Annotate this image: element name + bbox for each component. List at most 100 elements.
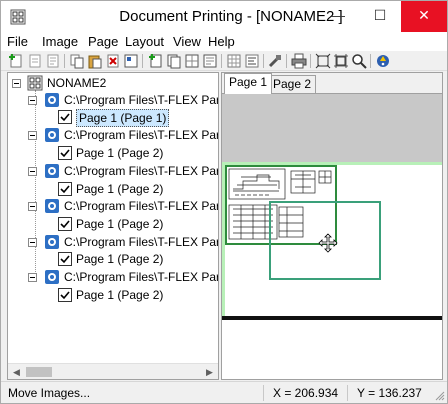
document-printing-window: Document Printing - [NONAME2 ] — ☐ ✕ Fil…	[0, 0, 448, 404]
page-tabs: Page 1 Page 2	[222, 73, 442, 94]
scroll-left-icon[interactable]: ◀	[8, 364, 25, 379]
help-icon[interactable]	[375, 53, 391, 69]
tree-item-page[interactable]: Page 1 (Page 2)	[44, 216, 218, 232]
menu-image[interactable]: Image	[42, 34, 78, 49]
tree-item-document[interactable]: C:\Program Files\T-FLEX Parametric	[28, 92, 218, 108]
collapse-toggle[interactable]	[28, 273, 37, 282]
scrollbar-thumb[interactable]	[26, 367, 52, 377]
tools-icon[interactable]	[267, 53, 283, 69]
tflex-file-icon	[45, 199, 59, 213]
checkbox-checked-icon[interactable]	[58, 252, 72, 266]
tree-item-page[interactable]: Page 1 (Page 2)	[44, 145, 218, 161]
toolbar-separator	[370, 54, 371, 68]
new-page-icon[interactable]	[148, 53, 164, 69]
menu-bar: File Image Page Layout View Help	[1, 32, 447, 51]
document-path-label: C:\Program Files\T-FLEX Parametric	[64, 164, 218, 178]
toolbar-separator	[221, 54, 222, 68]
tree-horizontal-scrollbar[interactable]: ◀ ▶	[8, 363, 218, 379]
add-image-icon[interactable]	[8, 53, 24, 69]
collapse-toggle[interactable]	[28, 202, 37, 211]
align-icon[interactable]	[244, 53, 260, 69]
tflex-file-icon	[45, 128, 59, 142]
page-label: Page 1 (Page 2)	[76, 182, 164, 196]
tab-page-1[interactable]: Page 1	[224, 73, 273, 94]
x-coordinate: X = 206.934	[273, 386, 339, 400]
status-message: Move Images...	[8, 386, 91, 400]
tflex-file-icon	[45, 93, 59, 107]
tree-item-page[interactable]: Page 1 (Page 2)	[44, 181, 218, 197]
status-separator	[263, 385, 264, 401]
status-separator	[347, 385, 348, 401]
fit-icon[interactable]	[315, 53, 331, 69]
move-cursor-icon	[318, 233, 338, 253]
toolbar-separator	[310, 54, 311, 68]
document-path-label: C:\Program Files\T-FLEX Parametric	[64, 235, 218, 249]
page-lower-area	[222, 320, 442, 379]
zoom-icon[interactable]	[351, 53, 367, 69]
tree-item-document[interactable]: C:\Program Files\T-FLEX Parametric	[28, 269, 218, 285]
tree-item-document[interactable]: C:\Program Files\T-FLEX Parametric	[28, 163, 218, 179]
delete-image-icon[interactable]	[105, 53, 121, 69]
image-properties-icon[interactable]	[45, 53, 61, 69]
page-label-selected: Page 1 (Page 1)	[76, 109, 170, 127]
document-path-label: C:\Program Files\T-FLEX Parametric	[64, 128, 218, 142]
title-bar[interactable]: Document Printing - [NONAME2 ] — ☐ ✕	[1, 1, 447, 32]
scroll-right-icon[interactable]: ▶	[201, 364, 218, 379]
page-canvas[interactable]	[222, 93, 442, 379]
maximize-button[interactable]: ☐	[363, 1, 397, 32]
resize-grip-icon[interactable]	[435, 391, 445, 401]
page-label: Page 1 (Page 2)	[76, 146, 164, 160]
page-label: Page 1 (Page 2)	[76, 252, 164, 266]
menu-layout[interactable]: Layout	[125, 34, 164, 49]
collapse-toggle[interactable]	[28, 167, 37, 176]
menu-page[interactable]: Page	[88, 34, 118, 49]
tree-item-document[interactable]: C:\Program Files\T-FLEX Parametric	[28, 198, 218, 214]
document-path-label: C:\Program Files\T-FLEX Parametric	[64, 93, 218, 107]
tree-root[interactable]: NONAME2	[12, 75, 212, 91]
toolbar-separator	[286, 54, 287, 68]
page-label: Page 1 (Page 2)	[76, 217, 164, 231]
copy-image-icon[interactable]	[69, 53, 85, 69]
collapse-toggle[interactable]	[28, 131, 37, 140]
menu-view[interactable]: View	[173, 34, 201, 49]
minimize-button[interactable]: —	[321, 1, 355, 32]
tree-item-document[interactable]: C:\Program Files\T-FLEX Parametric	[28, 127, 218, 143]
document-path-label: C:\Program Files\T-FLEX Parametric	[64, 199, 218, 213]
toolbar-separator	[263, 54, 264, 68]
close-button[interactable]: ✕	[401, 1, 447, 32]
page-setup-icon[interactable]	[123, 53, 139, 69]
duplicate-page-icon[interactable]	[166, 53, 182, 69]
page-properties-icon[interactable]	[202, 53, 218, 69]
tree-item-document[interactable]: C:\Program Files\T-FLEX Parametric	[28, 234, 218, 250]
document-icon	[27, 75, 43, 91]
status-bar: Move Images... X = 206.934 Y = 136.237	[1, 381, 447, 403]
page-label: Page 1 (Page 2)	[76, 288, 164, 302]
document-tree[interactable]: NONAME2 C:\Program Files\T-FLEX Parametr…	[7, 72, 219, 380]
menu-file[interactable]: File	[7, 34, 28, 49]
collapse-toggle[interactable]	[12, 79, 21, 88]
tflex-file-icon	[45, 235, 59, 249]
tree-item-page[interactable]: Page 1 (Page 1)	[44, 109, 218, 127]
tree-item-page[interactable]: Page 1 (Page 2)	[44, 287, 218, 303]
print-icon[interactable]	[291, 53, 307, 69]
checkbox-checked-icon[interactable]	[58, 146, 72, 160]
tflex-file-icon	[45, 164, 59, 178]
checkbox-checked-icon[interactable]	[58, 110, 72, 124]
remove-image-icon[interactable]	[27, 53, 43, 69]
page-layout-icon[interactable]	[184, 53, 200, 69]
checkbox-checked-icon[interactable]	[58, 288, 72, 302]
page-preview-panel: Page 1 Page 2	[221, 72, 443, 380]
checkbox-checked-icon[interactable]	[58, 217, 72, 231]
tree-item-page[interactable]: Page 1 (Page 2)	[44, 251, 218, 267]
collapse-toggle[interactable]	[28, 238, 37, 247]
tab-page-2[interactable]: Page 2	[268, 75, 317, 93]
menu-help[interactable]: Help	[208, 34, 235, 49]
paste-image-icon[interactable]	[87, 53, 103, 69]
toolbar	[1, 51, 447, 71]
checkbox-checked-icon[interactable]	[58, 182, 72, 196]
collapse-toggle[interactable]	[28, 96, 37, 105]
y-coordinate: Y = 136.237	[357, 386, 422, 400]
tree-root-label: NONAME2	[47, 76, 107, 90]
fit-all-icon[interactable]	[333, 53, 349, 69]
grid-icon[interactable]	[226, 53, 242, 69]
